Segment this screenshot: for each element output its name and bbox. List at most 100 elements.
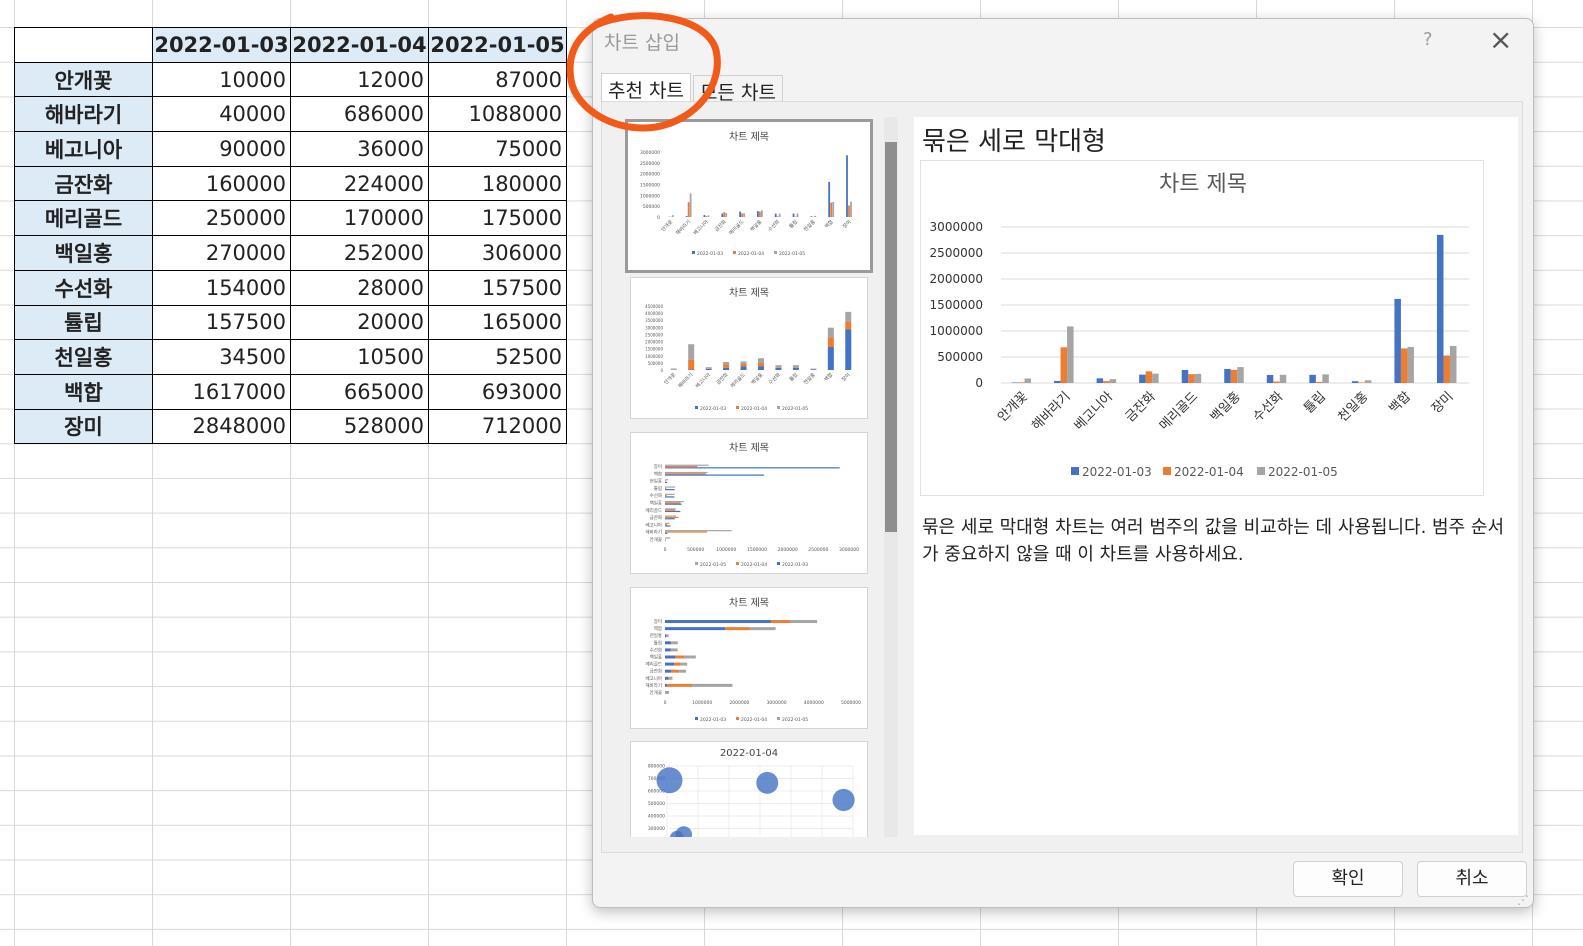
value-cell[interactable]: 170000 <box>290 200 429 237</box>
value-cell[interactable]: 28000 <box>290 269 429 306</box>
bar <box>1224 368 1231 383</box>
value-cell[interactable]: 686000 <box>290 96 429 133</box>
value-cell[interactable]: 180000 <box>428 165 567 202</box>
thumbnail-clustered-bar[interactable]: 차트 제목 장미 백합 천일홍 튤립 수선화 백일홍 메리골드 금잔화 베고니아 해바라기 안개꽃 0… <box>630 432 868 574</box>
value-cell[interactable]: 36000 <box>290 131 429 167</box>
bar <box>1188 374 1195 383</box>
row-label-cell[interactable]: 천일홍 <box>14 339 153 375</box>
cancel-button[interactable]: 취소 <box>1417 861 1527 897</box>
value-cell[interactable]: 52500 <box>428 339 567 375</box>
value-cell[interactable]: 1617000 <box>152 373 291 410</box>
thumb-bar <box>675 655 685 659</box>
row-label-cell[interactable]: 금잔화 <box>14 165 153 202</box>
thumbnail-bubble[interactable]: 2022-01-04 01000002000003000004000005000… <box>630 741 868 837</box>
thumb-bar <box>790 620 818 624</box>
value-cell[interactable]: 224000 <box>290 165 429 202</box>
value-cell[interactable]: 165000 <box>428 304 567 341</box>
thumb-y-label: 2000000 <box>645 340 663 345</box>
thumb-y-label: 메리골드 <box>645 507 662 514</box>
thumb-y-label: 0 <box>657 215 660 221</box>
thumb-x-label: 5000000 <box>841 700 861 706</box>
thumb-bar <box>705 368 712 369</box>
thumb-bar <box>685 216 688 217</box>
value-cell[interactable]: 693000 <box>428 373 567 410</box>
chart-thumbnail-list[interactable]: 차트 제목 0 500000 1000000 1500000 2000000 250000… <box>622 117 874 837</box>
value-cell[interactable]: 175000 <box>428 200 567 237</box>
value-cell[interactable]: 1088000 <box>428 96 567 133</box>
value-cell[interactable]: 75000 <box>428 131 567 167</box>
value-cell[interactable]: 160000 <box>152 165 291 202</box>
value-cell[interactable]: 10000 <box>152 61 291 98</box>
bar <box>1054 380 1061 383</box>
column-header[interactable]: 2022-01-05 <box>428 27 567 63</box>
value-cell[interactable]: 90000 <box>152 131 291 167</box>
thumb-y-label: 베고니아 <box>645 521 662 528</box>
thumb-legend-label: 2022-01-05 <box>782 717 808 723</box>
thumb-bar <box>761 210 763 217</box>
thumbnail-stacked-bar[interactable]: 차트 제목 장미 백합 천일홍 튤립 수선화 백일홍 메리골드 금잔화 베고니아 해바라기 안개꽃 0… <box>630 587 868 729</box>
thumb-bar <box>679 669 686 673</box>
column-header[interactable]: 2022-01-04 <box>290 27 429 63</box>
value-cell[interactable]: 20000 <box>290 304 429 341</box>
row-label-cell[interactable]: 베고니아 <box>14 131 153 167</box>
thumbnail-stacked-column[interactable]: 차트 제목 0 500000 1000000 1500000 2000000 250000… <box>630 277 868 419</box>
row-label-cell[interactable]: 백일홍 <box>14 235 153 271</box>
scrollbar-thumb[interactable] <box>885 142 897 532</box>
value-cell[interactable]: 665000 <box>290 373 429 410</box>
resize-grip-icon[interactable]: ⋰ <box>1517 893 1529 907</box>
thumbnail-scrollbar[interactable] <box>884 117 898 837</box>
value-cell[interactable]: 87000 <box>428 61 567 98</box>
bar <box>1011 382 1019 383</box>
value-cell[interactable]: 252000 <box>290 235 429 271</box>
thumb-y-label: 천일홍 <box>650 478 662 485</box>
thumb-bar <box>665 480 666 482</box>
value-cell[interactable]: 157500 <box>428 269 567 306</box>
thumb-x-label: 해바라기 <box>674 218 692 236</box>
bar <box>1096 378 1104 383</box>
thumb-y-label: 수선화 <box>650 492 662 499</box>
value-cell[interactable]: 40000 <box>152 96 291 133</box>
value-cell[interactable]: 2848000 <box>152 408 291 445</box>
value-cell[interactable]: 154000 <box>152 269 291 306</box>
close-button[interactable]: × <box>1489 23 1512 56</box>
thumb-bar <box>705 216 708 217</box>
thumb-bar <box>665 515 677 517</box>
thumb-legend-swatch <box>736 717 739 720</box>
row-label-cell[interactable]: 튤립 <box>14 304 153 341</box>
thumb-x-label: 천일홍 <box>802 218 817 233</box>
thumb-bar <box>674 662 681 666</box>
corner-cell[interactable] <box>14 27 153 63</box>
thumb-bar <box>684 655 696 659</box>
value-cell[interactable]: 270000 <box>152 235 291 271</box>
value-cell[interactable]: 34500 <box>152 339 291 375</box>
ok-button[interactable]: 확인 <box>1293 861 1403 897</box>
tab-recommended-charts[interactable]: 추천 차트 <box>601 73 691 103</box>
value-cell[interactable]: 10500 <box>290 339 429 375</box>
thumb-bar <box>665 655 676 659</box>
value-cell[interactable]: 712000 <box>428 408 567 445</box>
help-button[interactable]: ? <box>1423 29 1433 50</box>
thumbnail-clustered-column[interactable]: 차트 제목 0 500000 1000000 1500000 2000000 250000… <box>625 119 873 273</box>
thumb-x-label: 베고니아 <box>692 218 710 236</box>
thumb-x-label: 천일홍 <box>802 371 817 386</box>
y-tick-label: 1500000 <box>930 298 983 312</box>
column-header[interactable]: 2022-01-03 <box>152 27 291 63</box>
value-cell[interactable]: 306000 <box>428 235 567 271</box>
thumb-bar <box>703 215 706 217</box>
header-row: 2022-01-03 2022-01-04 2022-01-05 <box>14 27 567 63</box>
value-cell[interactable]: 528000 <box>290 408 429 445</box>
value-cell[interactable]: 250000 <box>152 200 291 237</box>
thumb-y-label: 장미 <box>654 618 662 625</box>
thumb-bar <box>665 510 681 513</box>
row-label-cell[interactable]: 안개꽃 <box>14 61 153 98</box>
value-cell[interactable]: 12000 <box>290 61 429 98</box>
row-label-cell[interactable]: 해바라기 <box>14 96 153 133</box>
thumb-bar <box>723 367 730 370</box>
value-cell[interactable]: 157500 <box>152 304 291 341</box>
row-label-cell[interactable]: 백합 <box>14 373 153 410</box>
row-label-cell[interactable]: 수선화 <box>14 269 153 306</box>
row-label-cell[interactable]: 장미 <box>14 408 153 445</box>
thumb-bar <box>845 329 852 370</box>
data-table[interactable]: 2022-01-03 2022-01-04 2022-01-05 안개꽃 1000… <box>14 27 567 445</box>
row-label-cell[interactable]: 메리골드 <box>14 200 153 237</box>
